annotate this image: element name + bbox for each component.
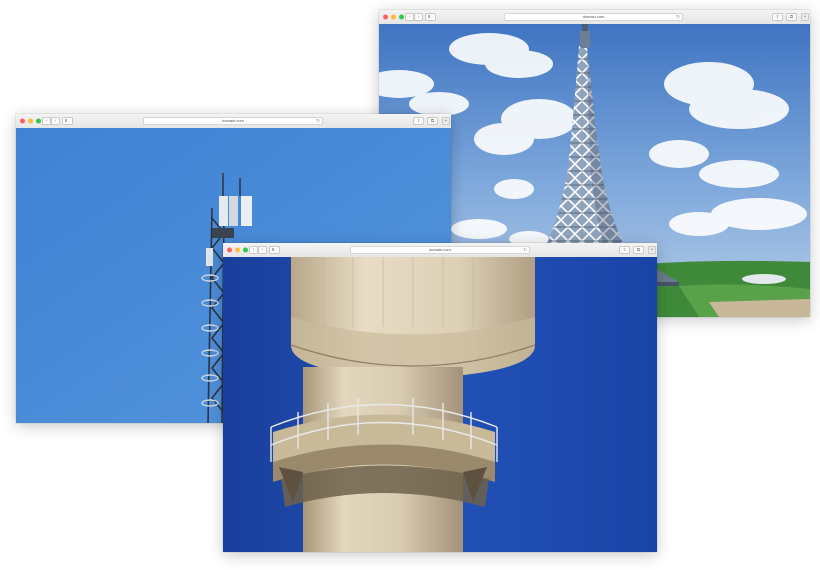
tabs-overview-button[interactable]: ⧉ (786, 13, 797, 21)
minimize-icon[interactable] (28, 118, 33, 124)
tabs-overview-button[interactable]: ⧉ (633, 246, 644, 254)
new-tab-button[interactable]: + (442, 117, 450, 125)
title-bar[interactable]: ‹ › domain.com ↻ ⇧ ⧉ + (16, 114, 451, 129)
reload-icon[interactable]: ↻ (523, 247, 527, 253)
new-tab-button[interactable]: + (648, 246, 656, 254)
sidebar-toggle-icon[interactable] (62, 117, 73, 125)
back-button[interactable]: ‹ (249, 246, 258, 254)
address-bar[interactable]: domain.com ↻ (350, 246, 530, 254)
reload-icon[interactable]: ↻ (316, 118, 320, 124)
window-controls (20, 118, 41, 124)
tabs-overview-button[interactable]: ⧉ (427, 117, 438, 125)
url-text: domain.com (222, 118, 244, 123)
back-button[interactable]: ‹ (42, 117, 51, 125)
minimize-icon[interactable] (235, 247, 240, 253)
maximize-icon[interactable] (399, 14, 404, 20)
sidebar-toggle-icon[interactable] (269, 246, 280, 254)
close-icon[interactable] (227, 247, 232, 253)
forward-button[interactable]: › (51, 117, 60, 125)
address-bar[interactable]: domain.com ↻ (504, 13, 683, 21)
new-tab-button[interactable]: + (801, 13, 809, 21)
maximize-icon[interactable] (243, 247, 248, 253)
title-bar[interactable]: ‹ › domain.com ↻ ⇧ ⧉ + (379, 10, 810, 25)
url-text: domain.com (429, 247, 451, 252)
close-icon[interactable] (20, 118, 25, 124)
share-button[interactable]: ⇧ (619, 246, 630, 254)
concrete-tower-photo (223, 257, 657, 552)
page-content (223, 257, 657, 552)
maximize-icon[interactable] (36, 118, 41, 124)
share-button[interactable]: ⇧ (413, 117, 424, 125)
sidebar-toggle-icon[interactable] (425, 13, 436, 21)
forward-button[interactable]: › (258, 246, 267, 254)
minimize-icon[interactable] (391, 14, 396, 20)
url-text: domain.com (582, 14, 605, 19)
forward-button[interactable]: › (414, 13, 423, 21)
reload-icon[interactable]: ↻ (676, 14, 680, 20)
title-bar[interactable]: ‹ › domain.com ↻ ⇧ ⧉ + (223, 243, 657, 258)
share-button[interactable]: ⇧ (772, 13, 783, 21)
close-icon[interactable] (383, 14, 388, 20)
back-button[interactable]: ‹ (405, 13, 414, 21)
window-controls (383, 14, 404, 20)
address-bar[interactable]: domain.com ↻ (143, 117, 323, 125)
browser-window-water-tower[interactable]: ‹ › domain.com ↻ ⇧ ⧉ + (223, 243, 657, 552)
window-controls (227, 247, 248, 253)
